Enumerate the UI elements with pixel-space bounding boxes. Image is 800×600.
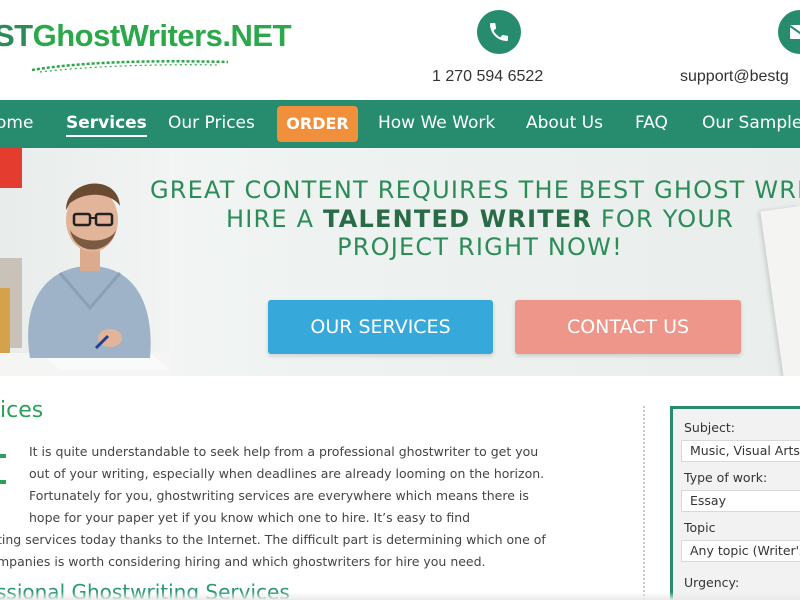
nav-item-our-prices[interactable]: Our Prices xyxy=(168,100,255,148)
content-divider xyxy=(643,406,645,600)
paragraph-line-1: It is quite understandable to seek help … xyxy=(29,444,539,459)
paragraph-line-5: ting services today thanks to the Intern… xyxy=(0,532,546,547)
drop-cap-decoration xyxy=(0,454,6,484)
logo-part-2: GhostWriters.NET xyxy=(32,18,292,53)
paragraph-line-3: Fortunately for you, ghostwriting servic… xyxy=(29,488,529,503)
hero-headline-line-3: PROJECT RIGHT NOW! xyxy=(337,233,623,261)
our-services-button[interactable]: OUR SERVICES xyxy=(268,300,493,354)
topic-select[interactable]: Any topic (Writer's xyxy=(681,540,800,562)
support-email[interactable]: support@bestg xyxy=(680,68,789,86)
urgency-label: Urgency: xyxy=(684,575,740,590)
phone-number[interactable]: 1 270 594 6522 xyxy=(432,68,543,86)
nav-item-faq[interactable]: FAQ xyxy=(635,100,668,148)
type-of-work-label: Type of work: xyxy=(684,470,768,485)
subject-select[interactable]: Music, Visual Arts, xyxy=(681,440,800,462)
nav-item-services[interactable]: Services xyxy=(66,100,147,148)
nav-item-our-samples[interactable]: Our Sample xyxy=(702,100,800,148)
hero-headline-line-1: GREAT CONTENT REQUIRES THE BEST GHOST WR… xyxy=(150,176,800,204)
section-title: ices xyxy=(0,398,44,423)
logo-swoosh-icon xyxy=(31,60,229,73)
logo-part-1: ST xyxy=(0,18,33,53)
main-nav: ome Services Our Prices How We Work Abou… xyxy=(0,100,800,148)
type-of-work-select[interactable]: Essay xyxy=(681,490,800,512)
site-logo[interactable]: STGhostWriters.NET xyxy=(0,18,292,54)
nav-item-about-us[interactable]: About Us xyxy=(526,100,603,148)
paragraph-line-4: hope for your paper yet if you know whic… xyxy=(29,510,471,525)
order-button[interactable]: ORDER xyxy=(277,106,358,142)
order-form-body: Subject: Music, Visual Arts, Type of wor… xyxy=(673,409,800,600)
subject-label: Subject: xyxy=(684,420,735,435)
topic-label: Topic xyxy=(684,520,716,535)
paragraph-line-6: mpanies is worth considering hiring and … xyxy=(0,554,486,569)
writer-photo xyxy=(0,148,170,376)
nav-item-home[interactable]: ome xyxy=(0,100,33,148)
site-header: STGhostWriters.NET 1 270 594 6522 suppor… xyxy=(0,0,800,100)
phone-icon[interactable] xyxy=(477,10,521,54)
page-bottom-edge xyxy=(0,592,800,600)
paragraph-line-2: out of your writing, especially when dea… xyxy=(29,466,545,481)
hero-headline-line-2: HIRE A TALENTED WRITER FOR YOUR xyxy=(226,205,734,233)
contact-us-button[interactable]: CONTACT US xyxy=(515,300,741,354)
mail-icon[interactable] xyxy=(778,10,800,54)
order-form: Subject: Music, Visual Arts, Type of wor… xyxy=(670,406,800,600)
nav-item-how-we-work[interactable]: How We Work xyxy=(378,100,495,148)
